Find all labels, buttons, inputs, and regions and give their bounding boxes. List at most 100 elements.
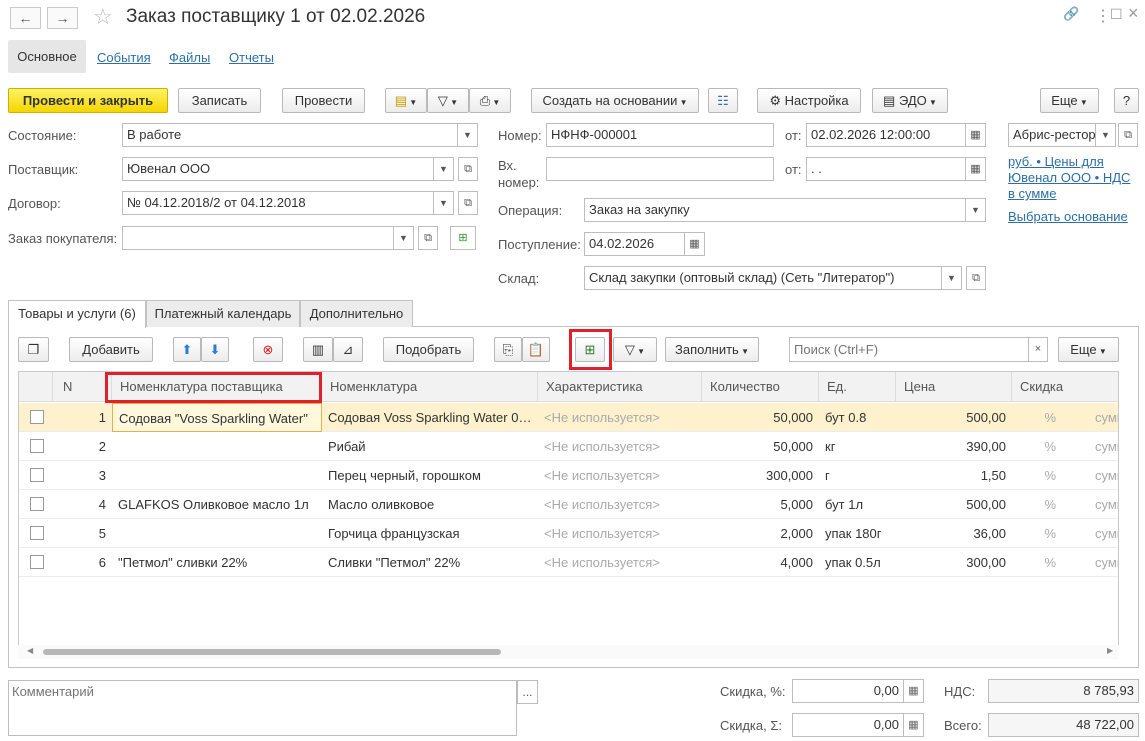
copy-rows-icon[interactable]: ⎘ bbox=[494, 337, 522, 362]
supplier-open-icon[interactable]: ⧉ bbox=[458, 157, 478, 181]
paste-rows-icon[interactable]: 📋 bbox=[522, 337, 550, 362]
table-row[interactable]: 5 Горчица французская <Не используется> 2,0… bbox=[19, 519, 1118, 548]
cell-unit[interactable]: бут 1л bbox=[819, 490, 896, 519]
cell-discount-sum[interactable]: сумма bbox=[1089, 548, 1118, 577]
tab-goods[interactable]: Товары и услуги (6) bbox=[8, 300, 146, 328]
cell-characteristic[interactable]: <Не используется> bbox=[538, 461, 702, 490]
cell-item[interactable]: Содовая Voss Sparkling Water 0,8л bbox=[322, 403, 538, 432]
filter-menu-button[interactable]: ▽ ▼ bbox=[427, 88, 469, 113]
cell-discount-pct[interactable]: % bbox=[1012, 548, 1062, 577]
state-dropdown-icon[interactable]: ▼ bbox=[458, 123, 478, 147]
cell-discount-sum[interactable]: сумма bbox=[1089, 519, 1118, 548]
in-number-field[interactable] bbox=[546, 157, 774, 181]
cell-item[interactable]: Масло оливковое bbox=[322, 490, 538, 519]
fill-button[interactable]: Заполнить ▼ bbox=[665, 337, 759, 362]
cell-price[interactable]: 300,00 bbox=[896, 548, 1012, 577]
cell-price[interactable]: 390,00 bbox=[896, 432, 1012, 461]
link-icon[interactable]: 🔗 bbox=[1063, 6, 1079, 22]
operation-dropdown-icon[interactable]: ▼ bbox=[966, 198, 986, 222]
prices-link[interactable]: руб. • Цены для bbox=[1008, 154, 1104, 169]
add-button[interactable]: Добавить bbox=[69, 337, 153, 362]
cell-n[interactable]: 2 bbox=[53, 432, 112, 461]
col-discount[interactable]: Скидка bbox=[1012, 372, 1118, 402]
more-button[interactable]: Еще ▼ bbox=[1040, 88, 1099, 113]
cell-n[interactable]: 4 bbox=[53, 490, 112, 519]
cell-characteristic[interactable]: <Не используется> bbox=[538, 490, 702, 519]
more-actions-icon[interactable]: ⋮ bbox=[1095, 6, 1111, 26]
cell-n[interactable]: 6 bbox=[53, 548, 112, 577]
save-button[interactable]: Записать bbox=[178, 88, 261, 113]
cell-characteristic[interactable]: <Не используется> bbox=[538, 432, 702, 461]
cell-unit[interactable]: упак 0.5л bbox=[819, 548, 896, 577]
cell-n[interactable]: 3 bbox=[53, 461, 112, 490]
date-field[interactable]: 02.02.2026 12:00:00 bbox=[806, 123, 966, 147]
add-customer-order-icon[interactable]: ⊞ bbox=[450, 226, 476, 250]
cell-item[interactable]: Перец черный, горошком bbox=[322, 461, 538, 490]
prices-link-3[interactable]: в сумме bbox=[1008, 186, 1056, 201]
cell-quantity[interactable]: 5,000 bbox=[702, 490, 819, 519]
scroll-left-icon[interactable]: ◀ bbox=[27, 646, 33, 655]
number-field[interactable]: НФНФ-000001 bbox=[546, 123, 774, 147]
row-checkbox[interactable] bbox=[30, 439, 44, 453]
row-checkbox[interactable] bbox=[30, 497, 44, 511]
cell-quantity[interactable]: 2,000 bbox=[702, 519, 819, 548]
move-up-icon[interactable]: ⬆ bbox=[173, 337, 201, 362]
cell-price[interactable]: 500,00 bbox=[896, 403, 1012, 432]
organization-field[interactable]: Абрис-ресторан bbox=[1008, 123, 1096, 147]
cell-n[interactable]: 1 bbox=[53, 403, 112, 432]
calendar-icon-3[interactable]: ▦ bbox=[685, 232, 705, 256]
cell-characteristic[interactable]: <Не используется> bbox=[538, 519, 702, 548]
cell-discount-pct[interactable]: % bbox=[1012, 519, 1062, 548]
select-basis-link[interactable]: Выбрать основание bbox=[1008, 209, 1128, 224]
comment-field[interactable] bbox=[8, 680, 517, 736]
post-and-close-button[interactable]: Провести и закрыть bbox=[8, 88, 168, 113]
calculator-icon-2[interactable]: ▦ bbox=[904, 713, 924, 737]
cell-quantity[interactable]: 4,000 bbox=[702, 548, 819, 577]
cell-supplier-item[interactable] bbox=[112, 432, 322, 461]
calendar-icon[interactable]: ▦ bbox=[966, 123, 986, 147]
discount-sum-field[interactable]: 0,00 bbox=[792, 713, 904, 737]
settings-button[interactable]: ⚙ Настройка bbox=[757, 88, 861, 113]
tab-reports[interactable]: Отчеты bbox=[229, 50, 274, 65]
warehouse-field[interactable]: Склад закупки (оптовый склад) (Сеть "Лит… bbox=[584, 266, 942, 290]
contract-open-icon[interactable]: ⧉ bbox=[458, 191, 478, 215]
cell-item[interactable]: Сливки "Петмол" 22% bbox=[322, 548, 538, 577]
contract-dropdown-icon[interactable]: ▼ bbox=[434, 191, 454, 215]
scrollbar-thumb[interactable] bbox=[43, 649, 501, 655]
calendar-icon-2[interactable]: ▦ bbox=[966, 157, 986, 181]
discount-pct-field[interactable]: 0,00 bbox=[792, 679, 904, 703]
cell-characteristic[interactable]: <Не используется> bbox=[538, 403, 702, 432]
edo-button[interactable]: ▤ ЭДО ▼ bbox=[872, 88, 948, 113]
create-based-on-button[interactable]: Создать на основании ▼ bbox=[531, 88, 699, 113]
copy-window-icon[interactable]: ❐ bbox=[18, 337, 49, 362]
cell-price[interactable]: 500,00 bbox=[896, 490, 1012, 519]
state-field[interactable]: В работе bbox=[122, 123, 458, 147]
col-price[interactable]: Цена bbox=[896, 372, 1012, 402]
supplier-field[interactable]: Ювенал ООО bbox=[122, 157, 434, 181]
scroll-right-icon[interactable]: ▶ bbox=[1107, 646, 1113, 655]
move-down-icon[interactable]: ⬇ bbox=[201, 337, 229, 362]
col-characteristic[interactable]: Характеристика bbox=[538, 372, 702, 402]
calculator-icon[interactable]: ▦ bbox=[904, 679, 924, 703]
cell-quantity[interactable]: 50,000 bbox=[702, 432, 819, 461]
cell-quantity[interactable]: 50,000 bbox=[702, 403, 819, 432]
col-unit[interactable]: Ед. bbox=[819, 372, 896, 402]
prices-link-2[interactable]: Ювенал ООО • НДС bbox=[1008, 170, 1130, 185]
cell-supplier-item[interactable]: "Петмол" сливки 22% bbox=[112, 548, 322, 577]
col-item[interactable]: Номенклатура bbox=[322, 372, 538, 402]
cell-discount-pct[interactable]: % bbox=[1012, 432, 1062, 461]
structure-icon[interactable]: ☷ bbox=[708, 88, 738, 113]
row-checkbox[interactable] bbox=[30, 410, 44, 424]
forward-button[interactable]: → bbox=[47, 7, 78, 29]
warehouse-open-icon[interactable]: ⧉ bbox=[966, 266, 986, 290]
col-quantity[interactable]: Количество bbox=[702, 372, 819, 402]
cell-discount-sum[interactable]: сумма bbox=[1089, 461, 1118, 490]
in-date-field[interactable]: . . bbox=[806, 157, 966, 181]
tab-payment-calendar[interactable]: Платежный календарь bbox=[146, 300, 300, 327]
cell-supplier-item[interactable] bbox=[112, 519, 322, 548]
cell-price[interactable]: 1,50 bbox=[896, 461, 1012, 490]
table-row[interactable]: 4 GLAFKOS Оливковое масло 1л Масло оливков… bbox=[19, 490, 1118, 519]
comment-expand-button[interactable]: ... bbox=[517, 680, 538, 704]
customer-order-field[interactable] bbox=[122, 226, 394, 250]
row-checkbox[interactable] bbox=[30, 526, 44, 540]
